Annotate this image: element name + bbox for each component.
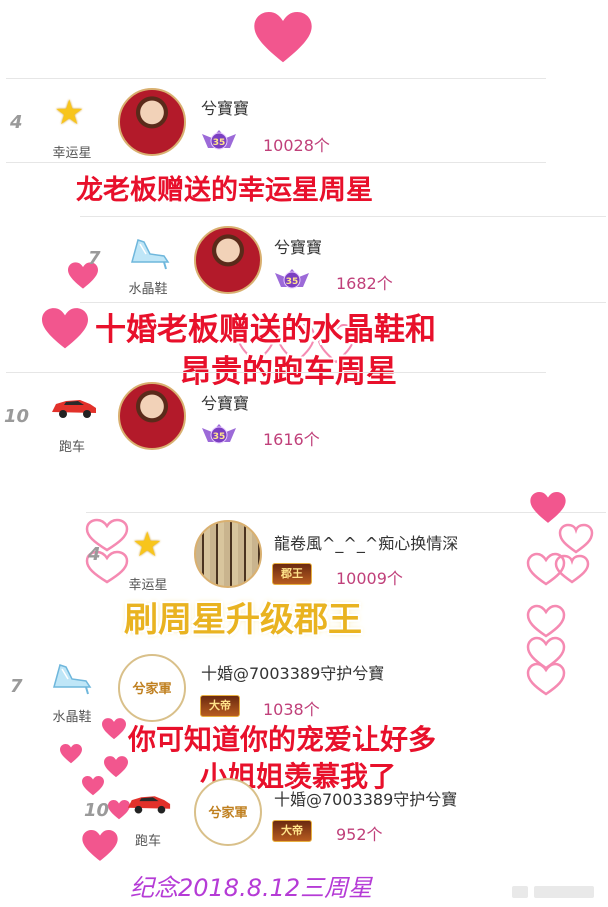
rank-number: 7 [10,676,23,697]
rank-number: 4 [10,112,23,133]
heart-outline-icon [526,523,594,696]
crystal-shoe-icon [131,239,170,270]
divider [80,216,606,217]
level-badge: 35 [202,424,236,444]
gift-count: 1682个 [336,274,393,293]
rank-number: 7 [88,248,101,269]
avatar-text: 兮家軍 [132,682,172,697]
avatar[interactable] [118,382,186,450]
divider [6,162,546,163]
avatar[interactable]: 兮家軍 [118,654,186,722]
gift-count: 952个 [336,825,383,844]
heart-icon [102,718,126,740]
title-badge: 大帝 [200,695,240,717]
watermark [534,886,594,898]
divider [6,78,546,79]
level-number: 35 [213,138,226,148]
level-number: 35 [286,277,299,287]
level-badge: 35 [202,130,236,150]
divider [86,512,606,513]
heart-icon [104,756,128,778]
avatar[interactable] [194,520,262,588]
caption-text: 十婚老板赠送的水晶鞋和 [95,312,436,348]
caption-text: 刷周星升级郡王 [124,600,362,640]
crystal-shoe-icon [53,664,92,695]
gift-label: 水晶鞋 [52,710,92,725]
title-badge: 郡王 [272,563,312,585]
rank-number: 10 [4,406,30,427]
sports-car-icon [52,400,96,418]
star-icon: ★ [132,525,163,565]
level-badge: 35 [275,269,309,289]
heart-icon [82,776,104,796]
avatar[interactable] [118,88,186,156]
username: 兮寶寶 [274,238,323,257]
gift-label: 跑车 [58,440,85,455]
caption-text: 龙老板赠送的幸运星周星 [76,175,373,206]
username: 十婚@7003389守护兮寶 [201,664,385,683]
username: 兮寶寶 [201,99,250,118]
heart-icon [42,308,88,349]
rank-number: 10 [84,800,110,821]
caption-text: 纪念2018.8.12三周星 [130,874,373,902]
username: 兮寶寶 [201,394,250,413]
gift-label: 跑车 [134,834,161,849]
gift-count: 1616个 [263,430,320,449]
username: 龍卷風^_^_^痴心换情深 [274,534,459,553]
gift-label: 幸运星 [128,578,168,593]
divider [80,302,606,303]
gift-count: 10009个 [336,569,403,588]
heart-icon [254,12,312,63]
rank-number: 4 [88,544,101,565]
avatar[interactable] [194,226,262,294]
heart-icon [60,744,82,764]
star-icon: ★ [54,93,85,133]
gift-count: 10028个 [263,136,330,155]
gift-count: 1038个 [263,700,320,719]
gift-label: 幸运星 [52,146,92,161]
avatar[interactable]: 兮家軍 [194,778,262,846]
username: 十婚@7003389守护兮寶 [274,790,458,809]
watermark [512,886,528,898]
level-number: 35 [213,432,226,442]
caption-text: 你可知道你的宠爱让好多 [128,723,437,756]
sports-car-icon [127,796,171,814]
caption-text: 昂贵的跑车周星 [180,354,397,390]
title-badge: 大帝 [272,820,312,842]
avatar-text: 兮家軍 [208,806,248,821]
gift-label: 水晶鞋 [128,282,168,297]
divider [6,372,546,373]
